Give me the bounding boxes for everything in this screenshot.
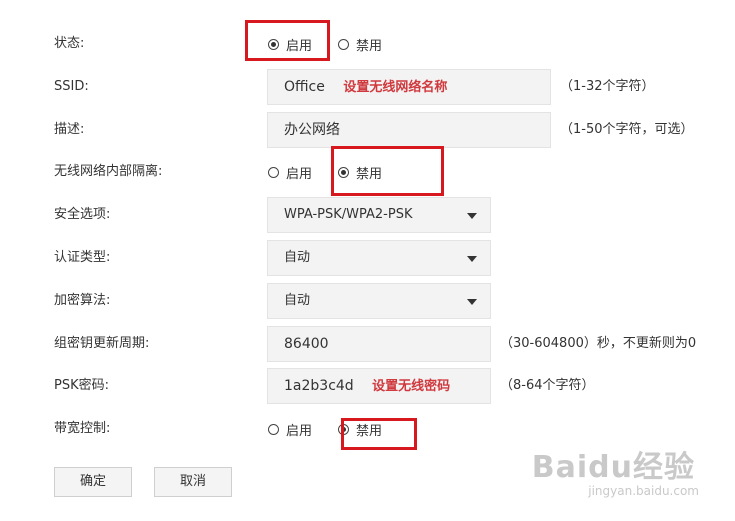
- baidu-watermark-url: jingyan.baidu.com: [588, 484, 699, 498]
- group-key-input[interactable]: 86400: [267, 326, 491, 362]
- security-label: 安全选项:: [54, 207, 111, 222]
- ssid-value: Office: [284, 79, 325, 95]
- ssid-row: SSID: Office 设置无线网络名称 （1-32个字符）: [0, 67, 735, 107]
- security-row: 安全选项: WPA-PSK/WPA2-PSK: [0, 195, 735, 235]
- group-key-label: 组密钥更新周期:: [54, 336, 150, 351]
- group-key-value: 86400: [284, 336, 329, 352]
- desc-value: 办公网络: [284, 122, 340, 138]
- ssid-hint: （1-32个字符）: [560, 79, 655, 94]
- group-key-hint: （30-604800）秒，不更新则为0: [500, 336, 697, 351]
- auth-row: 认证类型: 自动: [0, 238, 735, 278]
- baidu-watermark-logo: Baidu经验: [531, 450, 695, 485]
- highlight-box-status: [245, 20, 330, 61]
- psk-label: PSK密码:: [54, 378, 109, 393]
- encryption-value: 自动: [284, 293, 311, 308]
- radio-unchecked-icon: [268, 166, 279, 178]
- psk-annotation: 设置无线密码: [372, 379, 451, 394]
- psk-value: 1a2b3c4d: [284, 378, 354, 394]
- dropdown-arrow-icon: [467, 299, 477, 305]
- dropdown-arrow-icon: [467, 213, 477, 219]
- bandwidth-enable-label: 启用: [286, 423, 313, 439]
- dropdown-arrow-icon: [467, 256, 477, 262]
- group-key-row: 组密钥更新周期: 86400 （30-604800）秒，不更新则为0: [0, 324, 735, 364]
- confirm-button[interactable]: 确定: [54, 467, 132, 497]
- encryption-row: 加密算法: 自动: [0, 281, 735, 321]
- desc-row: 描述: 办公网络 （1-50个字符，可选）: [0, 110, 735, 150]
- status-disable-label: 禁用: [356, 38, 383, 54]
- desc-input[interactable]: 办公网络: [267, 112, 551, 148]
- auth-label: 认证类型:: [54, 250, 111, 265]
- bandwidth-enable-radio[interactable]: 启用: [268, 420, 312, 439]
- security-value: WPA-PSK/WPA2-PSK: [284, 207, 413, 222]
- psk-input[interactable]: 1a2b3c4d 设置无线密码: [267, 368, 491, 404]
- ssid-annotation: 设置无线网络名称: [343, 80, 448, 95]
- ssid-label: SSID:: [54, 79, 89, 94]
- psk-hint: （8-64个字符）: [500, 378, 595, 393]
- isolation-enable-label: 启用: [286, 166, 313, 182]
- isolation-label: 无线网络内部隔离:: [54, 164, 163, 179]
- auth-select[interactable]: 自动: [267, 240, 491, 276]
- desc-label: 描述:: [54, 122, 85, 137]
- psk-row: PSK密码: 1a2b3c4d 设置无线密码 （8-64个字符）: [0, 366, 735, 406]
- bandwidth-label: 带宽控制:: [54, 421, 111, 436]
- status-row: 状态: 启用 禁用: [0, 24, 735, 64]
- status-label: 状态:: [54, 36, 85, 51]
- encryption-label: 加密算法:: [54, 293, 111, 308]
- security-select[interactable]: WPA-PSK/WPA2-PSK: [267, 197, 491, 233]
- isolation-enable-radio[interactable]: 启用: [268, 163, 312, 182]
- radio-unchecked-icon: [268, 423, 279, 435]
- highlight-box-isolation: [331, 146, 444, 196]
- highlight-box-bandwidth: [341, 418, 417, 450]
- status-disable-radio[interactable]: 禁用: [338, 35, 382, 54]
- auth-value: 自动: [284, 250, 311, 265]
- desc-hint: （1-50个字符，可选）: [560, 122, 694, 137]
- ssid-input[interactable]: Office 设置无线网络名称: [267, 69, 551, 105]
- encryption-select[interactable]: 自动: [267, 283, 491, 319]
- cancel-button[interactable]: 取消: [154, 467, 232, 497]
- radio-unchecked-icon: [338, 38, 350, 50]
